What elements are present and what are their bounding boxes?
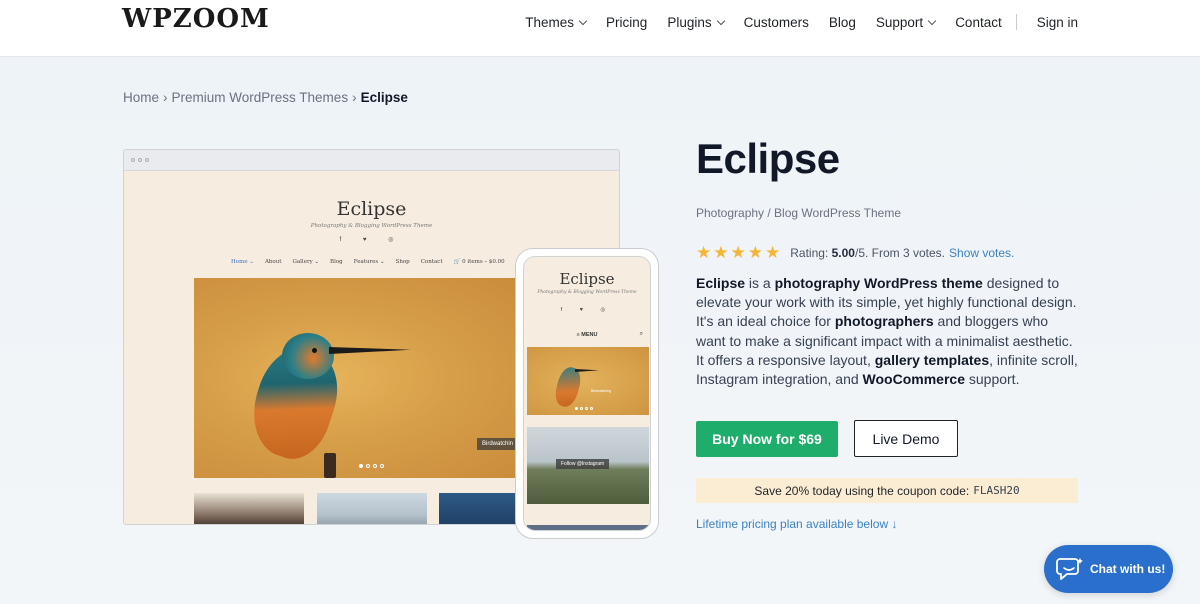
nav-customers[interactable]: Customers	[744, 15, 809, 30]
preview-nav-item: Features ⌄	[353, 259, 385, 265]
desc-strong: Eclipse	[696, 275, 746, 291]
preview-site-tagline: Photography & Blogging WordPress Theme	[310, 223, 433, 229]
preview-social-icons: f ♥ ◎	[339, 237, 404, 243]
preview-nav-item: Shop	[395, 259, 410, 265]
chat-label: Chat with us!	[1090, 562, 1166, 576]
browser-bar	[124, 150, 619, 171]
breadcrumb-category[interactable]: Premium WordPress Themes	[172, 90, 349, 105]
site-header: WPZOOM Themes Pricing Plugins Customers …	[0, 0, 1200, 57]
preview-nav-item: Gallery ⌄	[292, 259, 320, 265]
mobile-screen: Eclipse Photography & Blogging WordPress…	[523, 256, 651, 531]
kingfisher-beak	[329, 347, 411, 354]
nav-plugins-label: Plugins	[667, 14, 712, 30]
nav-blog[interactable]: Blog	[829, 15, 856, 30]
chevron-down-icon	[578, 16, 588, 25]
desc-strong: photography WordPress theme	[774, 275, 983, 291]
show-votes-link[interactable]: Show votes.	[949, 246, 1014, 260]
preview-site-title: Eclipse	[336, 198, 407, 220]
preview-nav-cart: 🛒 0 items – $0.00	[453, 259, 505, 265]
star-icon[interactable]: ★	[748, 244, 763, 261]
nav-plugins[interactable]: Plugins	[667, 14, 725, 30]
search-icon: ⌕	[639, 331, 643, 337]
slider-dots	[575, 407, 595, 410]
star-icon[interactable]: ★	[765, 244, 780, 261]
preview-nav-item: Contact	[420, 259, 443, 265]
preview-thumbnail	[317, 493, 427, 524]
breadcrumb-separator: ›	[163, 90, 168, 105]
desc-text: is a	[745, 275, 775, 291]
window-dot-icon	[131, 158, 135, 162]
product-subtitle: Photography / Blog WordPress Theme	[696, 206, 901, 220]
mobile-site-title: Eclipse	[559, 270, 615, 288]
breadcrumb-home[interactable]: Home	[123, 90, 159, 105]
nav-pricing[interactable]: Pricing	[606, 15, 647, 30]
mobile-follow-label: Follow @Instagram	[556, 459, 610, 469]
breadcrumb-current: Eclipse	[360, 90, 408, 105]
rating-label: Rating:	[790, 245, 829, 260]
coupon-text: Save 20% today using the coupon code:	[754, 483, 970, 498]
chat-bubble-icon	[1056, 558, 1083, 580]
nav-support[interactable]: Support	[875, 14, 937, 30]
window-dot-icon	[145, 158, 149, 162]
mobile-site-tagline: Photography & Blogging WordPress Theme	[537, 290, 637, 295]
breadcrumb-separator: ›	[352, 90, 357, 105]
preview-nav: Home ⌄ About Gallery ⌄ Blog Features ⌄ S…	[231, 259, 516, 265]
product-description: Eclipse is a photography WordPress theme…	[696, 274, 1080, 389]
rating-score: 5.00	[831, 245, 855, 260]
mobile-bottom-image	[527, 525, 649, 530]
rating-votes: /5. From 3 votes.	[854, 245, 946, 260]
desc-text: support.	[964, 371, 1020, 388]
nav-contact[interactable]: Contact	[955, 15, 1002, 30]
product-title: Eclipse	[696, 135, 840, 182]
nav-themes[interactable]: Themes	[525, 14, 588, 30]
chevron-down-icon	[927, 16, 937, 25]
chat-button[interactable]: Chat with us!	[1044, 545, 1173, 593]
preview-nav-item: Blog	[330, 259, 343, 265]
kingfisher-beak	[575, 369, 599, 372]
coupon-banner: Save 20% today using the coupon code: FL…	[696, 478, 1078, 503]
star-icon[interactable]: ★	[731, 244, 746, 261]
preview-hero-label: Birdwatchin	[477, 438, 519, 450]
slider-dots	[359, 464, 387, 468]
desc-strong: WooCommerce	[862, 371, 965, 388]
mobile-hero-label: Birdwatching	[591, 389, 612, 393]
desc-strong: photographers	[834, 313, 934, 330]
mobile-social-icons: f ♥ ◎	[560, 307, 614, 313]
nav-sign-in[interactable]: Sign in	[1037, 15, 1078, 30]
mobile-hero-image: Birdwatching	[527, 347, 649, 415]
breadcrumb: Home › Premium WordPress Themes › Eclips…	[123, 90, 408, 105]
kingfisher-eye	[312, 348, 317, 353]
mobile-landscape-image: Follow @Instagram	[527, 427, 649, 504]
nav-divider	[1015, 14, 1017, 30]
mobile-menu: ≡ MENU	[576, 332, 598, 338]
lifetime-pricing-link[interactable]: Lifetime pricing plan available below ↓	[696, 517, 897, 531]
preview-nav-item: About	[264, 259, 282, 265]
nav-themes-label: Themes	[525, 14, 575, 30]
preview-hero-image: Birdwatchin	[194, 278, 526, 478]
kingfisher-perch	[324, 453, 336, 478]
coupon-code: FLASH20	[973, 484, 1020, 497]
product-rating: ★ ★ ★ ★ ★ Rating: 5.00/5. From 3 votes. …	[696, 244, 1014, 261]
window-dot-icon	[138, 158, 142, 162]
main-nav: Themes Pricing Plugins Customers Blog Su…	[525, 12, 1078, 32]
kingfisher-head	[282, 333, 334, 379]
rating-stars[interactable]: ★ ★ ★ ★ ★	[696, 244, 782, 261]
nav-support-label: Support	[875, 14, 924, 30]
preview-thumbnail	[194, 493, 304, 524]
star-icon[interactable]: ★	[696, 244, 711, 261]
mobile-preview[interactable]: Eclipse Photography & Blogging WordPress…	[515, 248, 659, 539]
wpzoom-logo[interactable]: WPZOOM	[122, 4, 270, 34]
star-icon[interactable]: ★	[713, 244, 728, 261]
live-demo-button[interactable]: Live Demo	[854, 420, 958, 457]
buy-now-button[interactable]: Buy Now for $69	[696, 421, 838, 457]
preview-nav-item: Home ⌄	[231, 259, 254, 265]
desc-strong: gallery templates	[874, 351, 990, 368]
chevron-down-icon	[716, 16, 725, 25]
